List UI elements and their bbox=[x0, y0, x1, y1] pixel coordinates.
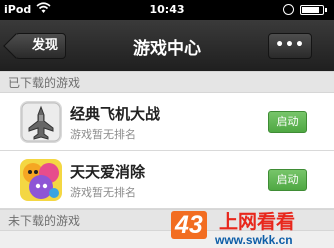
game-rank: 游戏暂无排名 bbox=[70, 128, 136, 141]
start-button[interactable]: 启动 bbox=[268, 169, 307, 191]
section-header-downloaded: 已下载的游戏 bbox=[0, 71, 334, 93]
game-row[interactable]: 天天爱消除 游戏暂无排名 启动 bbox=[0, 151, 334, 209]
alarm-icon bbox=[283, 4, 294, 15]
status-bar: iPod 10:43 bbox=[0, 0, 334, 20]
watermark-url: www.swkk.cn bbox=[215, 233, 293, 247]
site-watermark: 43 上网看看 www.swkk.cn bbox=[165, 207, 334, 248]
game-name: 经典飞机大战 bbox=[70, 105, 161, 123]
watermark-number: 43 bbox=[171, 211, 207, 239]
cute-creatures-game-icon bbox=[20, 159, 62, 201]
game-row[interactable]: 经典飞机大战 游戏暂无排名 启动 bbox=[0, 93, 334, 151]
game-name: 天天爱消除 bbox=[70, 163, 146, 181]
plane-game-icon bbox=[20, 101, 62, 143]
game-rank: 游戏暂无排名 bbox=[70, 186, 136, 199]
nav-bar: 发现 游戏中心 ••• bbox=[0, 20, 334, 72]
watermark-text: 上网看看 bbox=[219, 211, 296, 233]
battery-tip bbox=[325, 8, 327, 12]
more-button[interactable]: ••• bbox=[268, 33, 312, 59]
start-button[interactable]: 启动 bbox=[268, 111, 307, 133]
battery-icon bbox=[300, 5, 324, 15]
